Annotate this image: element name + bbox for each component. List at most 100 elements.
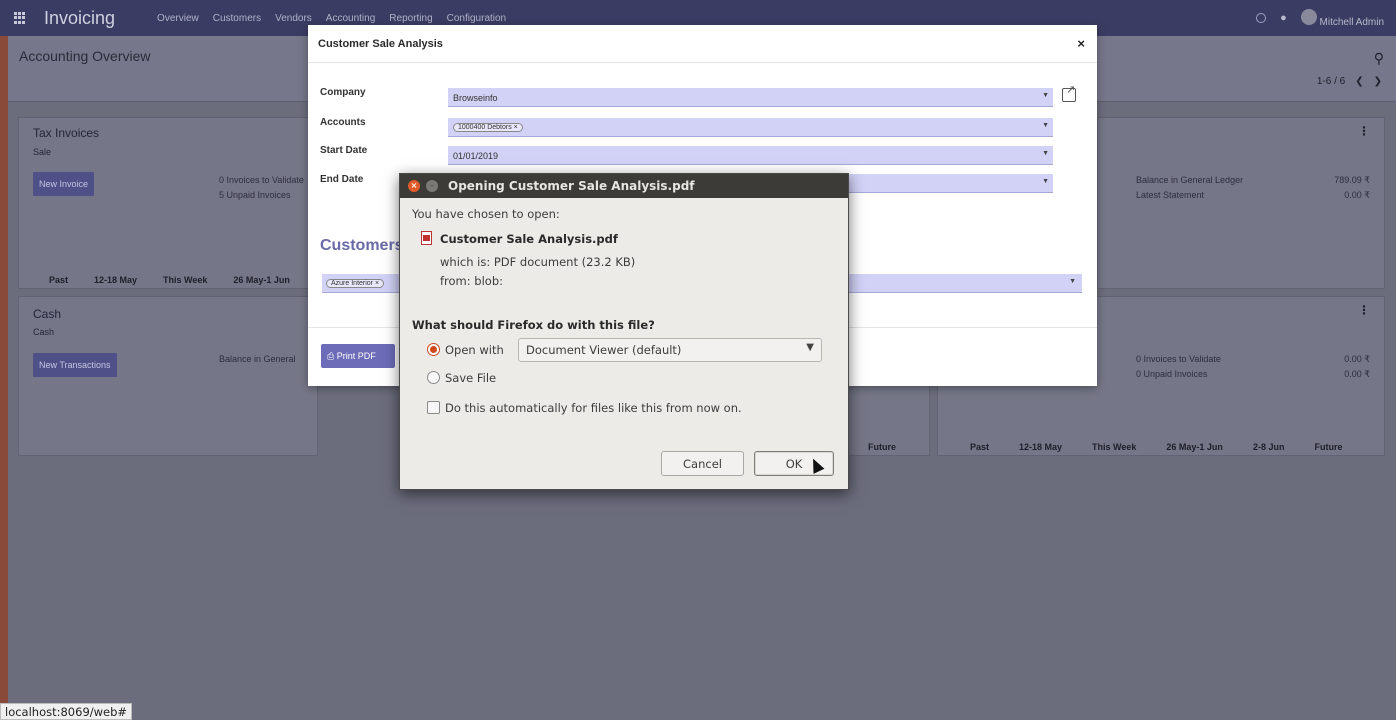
user-menu[interactable]: Mitchell Admin [1300, 8, 1384, 28]
open-with-label[interactable]: Open with [445, 343, 504, 357]
start-date-value: 01/01/2019 [453, 151, 499, 161]
card-menu-icon[interactable]: ⋮ [1358, 303, 1370, 317]
card-title: Cash [33, 307, 62, 321]
company-field[interactable]: Browseinfo ▼ [448, 88, 1053, 107]
save-file-radio[interactable] [427, 371, 440, 384]
new-invoice-button[interactable]: New Invoice [33, 172, 95, 196]
tag-code: 1000400 [458, 124, 486, 131]
customer-tag[interactable]: Azure Interior × [326, 279, 385, 288]
card-menu-icon[interactable]: ⋮ [1358, 124, 1370, 138]
balance-general-ledger-label: Balance in General Ledger [1136, 175, 1244, 185]
start-date-label: Start Date [320, 145, 368, 156]
chat-icon[interactable]: ● [1280, 12, 1287, 24]
accounts-field[interactable]: 1000400 Debtors × ▼ [448, 118, 1053, 137]
external-link-icon[interactable] [1062, 83, 1076, 102]
save-file-label[interactable]: Save File [445, 371, 496, 385]
chevron-down-icon[interactable]: ▼ [1042, 150, 1049, 157]
avatar [1300, 8, 1317, 25]
open-with-app-select[interactable]: Document Viewer (default) ▼ [518, 338, 822, 362]
axis-label: Future [1314, 442, 1343, 452]
start-date-field[interactable]: 01/01/2019 ▼ [448, 146, 1053, 165]
menu-item-configuration[interactable]: Configuration [447, 13, 506, 24]
minimize-icon[interactable]: – [426, 180, 438, 192]
account-tag[interactable]: 1000400 Debtors × [453, 123, 523, 132]
activity-icon[interactable] [1256, 13, 1267, 23]
auto-action-label[interactable]: Do this automatically for files like thi… [445, 401, 742, 415]
pager-value: 1-6 / 6 [1316, 76, 1346, 87]
prev-page-icon[interactable]: ❮ [1355, 76, 1363, 87]
auto-action-checkbox[interactable] [427, 401, 440, 414]
card-info: 0 Invoices to Validate 0 Unpaid Invoices [1136, 352, 1221, 382]
chosen-to-open-label: You have chosen to open: [412, 207, 560, 221]
main-menu: Overview Customers Vendors Accounting Re… [157, 13, 506, 24]
accounts-label: Accounts [320, 117, 366, 128]
menu-item-accounting[interactable]: Accounting [326, 13, 375, 24]
menu-item-vendors[interactable]: Vendors [275, 13, 312, 24]
axis-label: Past [49, 275, 69, 285]
modal-title: Customer Sale Analysis [318, 38, 443, 50]
open-with-radio[interactable] [427, 343, 440, 356]
tag-name: Azure Interior [331, 280, 374, 287]
cancel-button[interactable]: Cancel [661, 451, 744, 476]
next-page-icon[interactable]: ❯ [1374, 76, 1382, 87]
chevron-down-icon[interactable]: ▼ [1069, 278, 1076, 285]
axis-label: Past [970, 442, 990, 452]
bank-card: ⋮ Balance in General Ledger Latest State… [1097, 117, 1385, 289]
customers-section-title: Customers [320, 237, 404, 254]
search-icon[interactable]: ⚲ [1374, 50, 1384, 67]
chevron-down-icon[interactable]: ▼ [1042, 92, 1049, 99]
card-values: 789.09 ₹ 0.00 ₹ [1334, 173, 1370, 203]
app-name: Invoicing [44, 7, 116, 28]
modal-header: Customer Sale Analysis × [308, 25, 1097, 63]
close-icon[interactable]: × [1077, 36, 1085, 51]
chart-axis: Future [868, 442, 896, 452]
unpaid-invoices-link[interactable]: 5 Unpaid Invoices [219, 188, 304, 203]
close-icon[interactable]: × [408, 180, 420, 192]
card-title: Tax Invoices [33, 126, 100, 140]
axis-label: 2-8 Jun [1252, 442, 1285, 452]
card-subtitle: Cash [33, 327, 55, 337]
apps-menu-icon[interactable] [14, 12, 26, 24]
card-info[interactable]: Balance in General [219, 352, 296, 367]
to-validate-value: 0.00 ₹ [1344, 354, 1370, 364]
card-info: 0 Invoices to Validate 5 Unpaid Invoices [219, 173, 304, 203]
axis-label: This Week [163, 275, 208, 285]
status-bar-url: localhost:8069/web# [0, 703, 133, 720]
menu-item-reporting[interactable]: Reporting [389, 13, 432, 24]
unpaid-value: 0.00 ₹ [1344, 369, 1370, 379]
axis-label: This Week [1092, 442, 1137, 452]
invoices-to-validate-link[interactable]: 0 Invoices to Validate [219, 173, 304, 188]
axis-label: Future [868, 442, 896, 452]
pager: 1-6 / 6 ❮ ❯ [1317, 76, 1382, 87]
cash-card: Cash Cash New Transactions Balance in Ge… [18, 296, 318, 456]
tag-name: Debtors [487, 124, 512, 131]
card-values: 0.00 ₹ 0.00 ₹ [1344, 352, 1370, 382]
action-question: What should Firefox do with this file? [412, 318, 655, 332]
window-edge [0, 36, 8, 720]
file-type: which is: PDF document (23.2 KB) [440, 255, 636, 269]
card-info: Balance in General Ledger Latest Stateme… [1136, 173, 1243, 203]
pdf-file-icon [421, 231, 432, 245]
chart-axis: Past 12-18 May This Week 26 May-1 Jun 2-… [970, 442, 1342, 452]
balance-value: 789.09 ₹ [1334, 175, 1370, 185]
unpaid-invoices-link[interactable]: 0 Unpaid Invoices [1136, 367, 1221, 382]
page-title: Accounting Overview [19, 48, 151, 64]
chevron-down-icon[interactable]: ▼ [1042, 122, 1049, 129]
new-transactions-button[interactable]: New Transactions [33, 353, 117, 377]
file-name: Customer Sale Analysis.pdf [440, 232, 618, 246]
dialog-title: Opening Customer Sale Analysis.pdf [448, 179, 695, 193]
menu-item-customers[interactable]: Customers [213, 13, 261, 24]
invoices-to-validate-link[interactable]: 0 Invoices to Validate [1136, 352, 1221, 367]
file-source: from: blob: [440, 274, 503, 288]
axis-label: 12-18 May [94, 275, 138, 285]
end-date-label: End Date [320, 174, 364, 185]
dialog-titlebar: × – Opening Customer Sale Analysis.pdf [400, 174, 848, 198]
user-name: Mitchell Admin [1319, 16, 1384, 28]
company-label: Company [320, 87, 366, 98]
axis-label: 12-18 May [1019, 442, 1063, 452]
chevron-down-icon[interactable]: ▼ [1042, 178, 1049, 185]
print-pdf-button[interactable]: ⎙ Print PDF [321, 344, 395, 368]
menu-item-overview[interactable]: Overview [157, 13, 199, 24]
navbar-systray: ● Mitchell Admin [1256, 0, 1384, 36]
company-value: Browseinfo [453, 93, 498, 103]
